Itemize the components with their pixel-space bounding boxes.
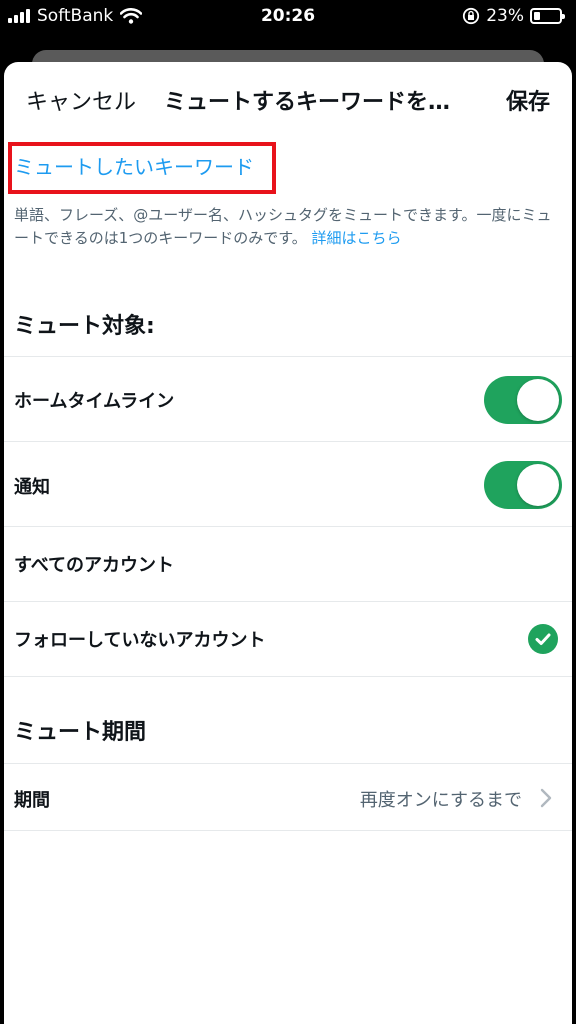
duration-label: 期間 [14, 790, 50, 811]
save-button[interactable]: 保存 [506, 84, 550, 116]
not-following-label: フォローしていないアカウント [14, 630, 266, 651]
help-description: 単語、フレーズ、@ユーザー名、ハッシュタグをミュートできます。一度にミュートでき… [14, 206, 552, 247]
checkmark-icon [528, 624, 558, 654]
notifications-toggle[interactable] [484, 461, 562, 509]
mute-keyword-modal: キャンセル ミュートするキーワードを… 保存 単語、フレーズ、@ユーザー名、ハッ… [4, 62, 572, 1024]
mute-from-heading: ミュート対象: [14, 314, 155, 339]
notifications-label: 通知 [14, 477, 50, 498]
mute-duration-heading: ミュート期間 [14, 720, 147, 745]
toggle-knob [517, 379, 559, 421]
home-timeline-toggle[interactable] [484, 376, 562, 424]
duration-value: 再度オンにするまで [359, 790, 522, 811]
home-timeline-label: ホームタイムライン [14, 391, 175, 412]
all-accounts-label: すべてのアカウント [14, 555, 175, 576]
orientation-lock-icon [463, 7, 480, 25]
help-text: 単語、フレーズ、@ユーザー名、ハッシュタグをミュートできます。一度にミュートでき… [14, 204, 562, 250]
not-following-row[interactable]: フォローしていないアカウント [4, 601, 572, 677]
duration-row[interactable]: 期間 再度オンにするまで [4, 763, 572, 831]
learn-more-link[interactable]: 詳細はこちら [312, 229, 402, 247]
divider [4, 676, 572, 677]
chevron-right-icon [540, 788, 552, 808]
home-timeline-row[interactable]: ホームタイムライン [4, 356, 572, 442]
all-accounts-row[interactable]: すべてのアカウント [4, 526, 572, 601]
keyword-input[interactable] [14, 152, 264, 182]
battery-percentage: 23% [486, 6, 524, 26]
toggle-knob [517, 464, 559, 506]
battery-icon [530, 8, 565, 24]
cancel-button[interactable]: キャンセル [26, 84, 136, 116]
notifications-row[interactable]: 通知 [4, 441, 572, 527]
status-bar: SoftBank 20:26 23% [0, 0, 576, 34]
navigation-bar: キャンセル ミュートするキーワードを… 保存 [4, 62, 572, 134]
status-bar-right: 23% [462, 6, 565, 26]
page-title: ミュートするキーワードを… [164, 90, 451, 115]
